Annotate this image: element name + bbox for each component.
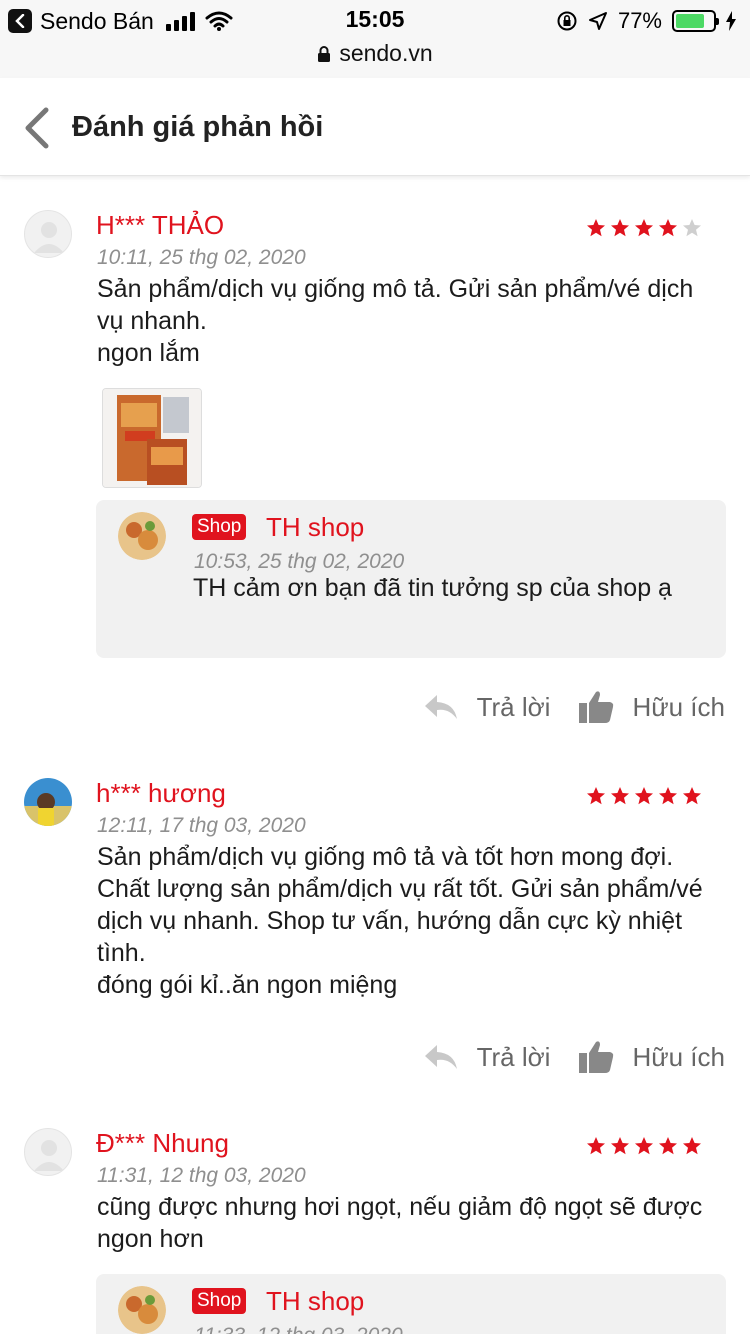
review-text: Sản phẩm/dịch vụ giống mô tả. Gửi sản ph… [97,275,694,367]
star-icon [683,219,701,237]
back-chevron-icon[interactable] [20,106,56,150]
star-icon [587,1137,605,1155]
star-icon [611,1137,629,1155]
page-title: Đánh giá phản hồi [72,111,324,143]
shop-name[interactable]: TH shop [266,512,364,543]
battery-icon [672,10,719,32]
star-rating [586,218,702,238]
helpful-label: Hữu ích [632,1041,725,1072]
avatar [24,778,72,826]
star-icon [611,787,629,805]
reply-text: TH cảm ơn bạn đã tin tưởng sp của shop ạ [193,574,672,602]
url-bar[interactable]: sendo.vn [0,40,750,67]
location-icon [588,12,607,30]
status-bar: Sendo Bán 15:05 77% sendo.vn [0,0,750,78]
star-icon [611,219,629,237]
lock-icon [318,45,331,62]
shop-reply: Shop TH shop 10:53, 25 thg 02, 2020 TH c… [96,500,726,658]
reply-icon [424,1045,457,1069]
star-rating [586,786,702,806]
review-date: 10:11, 25 thg 02, 2020 [97,246,306,269]
shop-name[interactable]: TH shop [266,1286,364,1317]
helpful-button[interactable]: Hữu ích [578,1040,725,1074]
reviewer-name: H*** THẢO [96,210,225,240]
status-right: 77% [556,6,736,36]
star-icon [659,787,677,805]
review-text: cũng được nhưng hơi ngọt, nếu giảm độ ng… [97,1193,703,1253]
star-icon [683,1137,701,1155]
reviewer-name: Đ*** Nhung [96,1128,229,1158]
review-photo[interactable] [102,388,202,488]
battery-percent: 77% [617,8,662,33]
thumbs-up-icon [579,691,614,723]
star-icon [659,219,677,237]
reply-button[interactable]: Trả lời [423,691,551,723]
reply-date: 11:33, 12 thg 03, 2020 [194,1324,403,1334]
review-actions: Trả lời Hữu ích [423,1040,725,1074]
thumbs-up-icon [579,1041,614,1073]
rotation-lock-icon [557,11,577,31]
url-text: sendo.vn [339,40,433,66]
reply-icon [424,695,457,719]
review-date: 11:31, 12 thg 03, 2020 [97,1164,306,1187]
shop-avatar [118,1286,166,1334]
review-actions: Trả lời Hữu ích [423,690,725,724]
shop-badge: Shop [192,1288,247,1314]
shop-avatar [118,512,166,560]
star-icon [635,1137,653,1155]
avatar [24,210,72,258]
review-date: 12:11, 17 thg 03, 2020 [97,814,306,837]
charging-icon [726,11,736,31]
reviewer-name: h*** hương [96,778,226,808]
shop-reply: Shop TH shop 11:33, 12 thg 03, 2020 [96,1274,726,1334]
star-icon [635,219,653,237]
helpful-button[interactable]: Hữu ích [578,690,725,724]
reply-label: Trả lời [476,1041,551,1072]
reply-date: 10:53, 25 thg 02, 2020 [194,550,405,573]
star-icon [683,787,701,805]
star-icon [587,219,605,237]
helpful-label: Hữu ích [632,691,725,722]
review-text: Sản phẩm/dịch vụ giống mô tả và tốt hơn … [97,843,703,999]
star-icon [659,1137,677,1155]
star-icon [635,787,653,805]
reply-button[interactable]: Trả lời [423,1041,551,1073]
reply-label: Trả lời [476,691,551,722]
page-header: Đánh giá phản hồi [0,78,750,176]
star-rating [586,1136,702,1156]
avatar [24,1128,72,1176]
star-icon [587,787,605,805]
shop-badge: Shop [192,514,247,540]
